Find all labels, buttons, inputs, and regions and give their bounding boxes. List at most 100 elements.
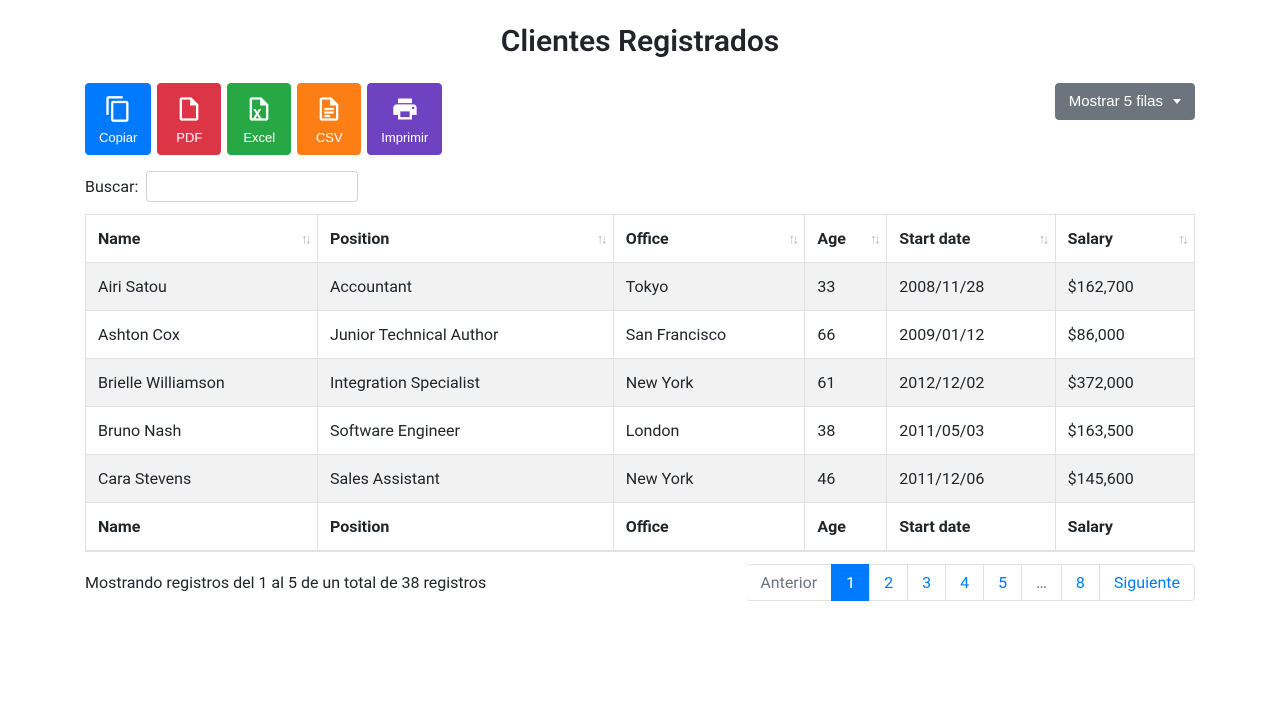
- cell-name: Bruno Nash: [86, 407, 318, 455]
- sort-icon: ↑↓: [788, 230, 796, 247]
- search-label: Buscar:: [85, 177, 138, 196]
- col-header-startdate[interactable]: Start date ↑↓: [887, 215, 1055, 263]
- cell-start: 2011/05/03: [887, 407, 1055, 455]
- col-header-name-label: Name: [98, 229, 140, 248]
- export-button-group: Copiar PDF Excel CSV: [85, 83, 442, 155]
- cell-salary: $372,000: [1055, 359, 1194, 407]
- col-header-salary-label: Salary: [1068, 229, 1113, 248]
- rows-per-page-label: Mostrar 5 filas: [1069, 93, 1163, 110]
- copy-icon: [104, 95, 132, 126]
- foot-age: Age: [805, 503, 887, 552]
- page-ellipsis: …: [1021, 564, 1062, 601]
- table-header-row: Name ↑↓ Position ↑↓ Office ↑↓ Age ↑↓ Sta…: [86, 215, 1195, 263]
- cell-position: Sales Assistant: [317, 455, 613, 503]
- excel-button[interactable]: Excel: [227, 83, 291, 155]
- sort-icon: ↑↓: [870, 230, 878, 247]
- col-header-office-label: Office: [626, 229, 669, 248]
- page-3[interactable]: 3: [907, 564, 946, 601]
- clients-table: Name ↑↓ Position ↑↓ Office ↑↓ Age ↑↓ Sta…: [85, 214, 1195, 552]
- table-row: Ashton Cox Junior Technical Author San F…: [86, 311, 1195, 359]
- sort-icon: ↑↓: [597, 230, 605, 247]
- cell-name: Ashton Cox: [86, 311, 318, 359]
- cell-salary: $145,600: [1055, 455, 1194, 503]
- table-row: Airi Satou Accountant Tokyo 33 2008/11/2…: [86, 263, 1195, 311]
- cell-age: 46: [805, 455, 887, 503]
- table-row: Brielle Williamson Integration Specialis…: [86, 359, 1195, 407]
- page-label: 5: [984, 565, 1021, 600]
- pdf-button[interactable]: PDF: [157, 83, 221, 155]
- col-header-age-label: Age: [817, 229, 846, 248]
- cell-age: 38: [805, 407, 887, 455]
- csv-button[interactable]: CSV: [297, 83, 361, 155]
- pagination: Anterior 1 2 3 4 5 … 8 Siguiente: [746, 564, 1195, 601]
- cell-name: Airi Satou: [86, 263, 318, 311]
- table-row: Bruno Nash Software Engineer London 38 2…: [86, 407, 1195, 455]
- cell-age: 33: [805, 263, 887, 311]
- rows-per-page-dropdown[interactable]: Mostrar 5 filas: [1055, 83, 1195, 120]
- copy-label: Copiar: [99, 130, 137, 145]
- cell-age: 61: [805, 359, 887, 407]
- page-label: 8: [1062, 565, 1099, 600]
- col-header-startdate-label: Start date: [899, 229, 970, 248]
- table-row: Cara Stevens Sales Assistant New York 46…: [86, 455, 1195, 503]
- cell-name: Brielle Williamson: [86, 359, 318, 407]
- cell-position: Integration Specialist: [317, 359, 613, 407]
- file-text-icon: [315, 95, 343, 126]
- cell-office: Tokyo: [613, 263, 805, 311]
- cell-position: Accountant: [317, 263, 613, 311]
- page-title: Clientes Registrados: [85, 24, 1195, 59]
- cell-start: 2009/01/12: [887, 311, 1055, 359]
- page-label: 4: [946, 565, 983, 600]
- csv-label: CSV: [316, 130, 343, 145]
- col-header-salary[interactable]: Salary ↑↓: [1055, 215, 1194, 263]
- print-icon: [391, 95, 419, 126]
- search-input[interactable]: [146, 171, 358, 202]
- page-1[interactable]: 1: [831, 564, 870, 601]
- cell-office: New York: [613, 455, 805, 503]
- copy-button[interactable]: Copiar: [85, 83, 151, 155]
- col-header-position-label: Position: [330, 229, 389, 248]
- cell-age: 66: [805, 311, 887, 359]
- table-footer-row: Name Position Office Age Start date Sala…: [86, 503, 1195, 552]
- cell-start: 2008/11/28: [887, 263, 1055, 311]
- foot-start: Start date: [887, 503, 1055, 552]
- print-label: Imprimir: [381, 130, 428, 145]
- page-4[interactable]: 4: [945, 564, 984, 601]
- cell-salary: $86,000: [1055, 311, 1194, 359]
- col-header-name[interactable]: Name ↑↓: [86, 215, 318, 263]
- sort-icon: ↑↓: [301, 230, 309, 247]
- file-excel-icon: [245, 95, 273, 126]
- foot-office: Office: [613, 503, 805, 552]
- print-button[interactable]: Imprimir: [367, 83, 442, 155]
- table-info: Mostrando registros del 1 al 5 de un tot…: [85, 573, 486, 592]
- chevron-down-icon: [1173, 99, 1181, 104]
- pdf-label: PDF: [176, 130, 202, 145]
- cell-position: Junior Technical Author: [317, 311, 613, 359]
- page-8[interactable]: 8: [1061, 564, 1100, 601]
- cell-salary: $162,700: [1055, 263, 1194, 311]
- col-header-position[interactable]: Position ↑↓: [317, 215, 613, 263]
- page-next-label: Siguiente: [1100, 565, 1194, 600]
- page-label: 3: [908, 565, 945, 600]
- foot-position: Position: [317, 503, 613, 552]
- page-5[interactable]: 5: [983, 564, 1022, 601]
- page-prev[interactable]: Anterior: [746, 564, 832, 601]
- excel-label: Excel: [243, 130, 275, 145]
- foot-salary: Salary: [1055, 503, 1194, 552]
- cell-salary: $163,500: [1055, 407, 1194, 455]
- page-2[interactable]: 2: [869, 564, 908, 601]
- col-header-office[interactable]: Office ↑↓: [613, 215, 805, 263]
- cell-name: Cara Stevens: [86, 455, 318, 503]
- foot-name: Name: [86, 503, 318, 552]
- cell-position: Software Engineer: [317, 407, 613, 455]
- cell-start: 2011/12/06: [887, 455, 1055, 503]
- sort-icon: ↑↓: [1039, 230, 1047, 247]
- cell-office: San Francisco: [613, 311, 805, 359]
- cell-office: London: [613, 407, 805, 455]
- page-next[interactable]: Siguiente: [1099, 564, 1195, 601]
- col-header-age[interactable]: Age ↑↓: [805, 215, 887, 263]
- page-prev-label: Anterior: [746, 565, 831, 600]
- cell-start: 2012/12/02: [887, 359, 1055, 407]
- cell-office: New York: [613, 359, 805, 407]
- page-label: …: [1022, 565, 1061, 600]
